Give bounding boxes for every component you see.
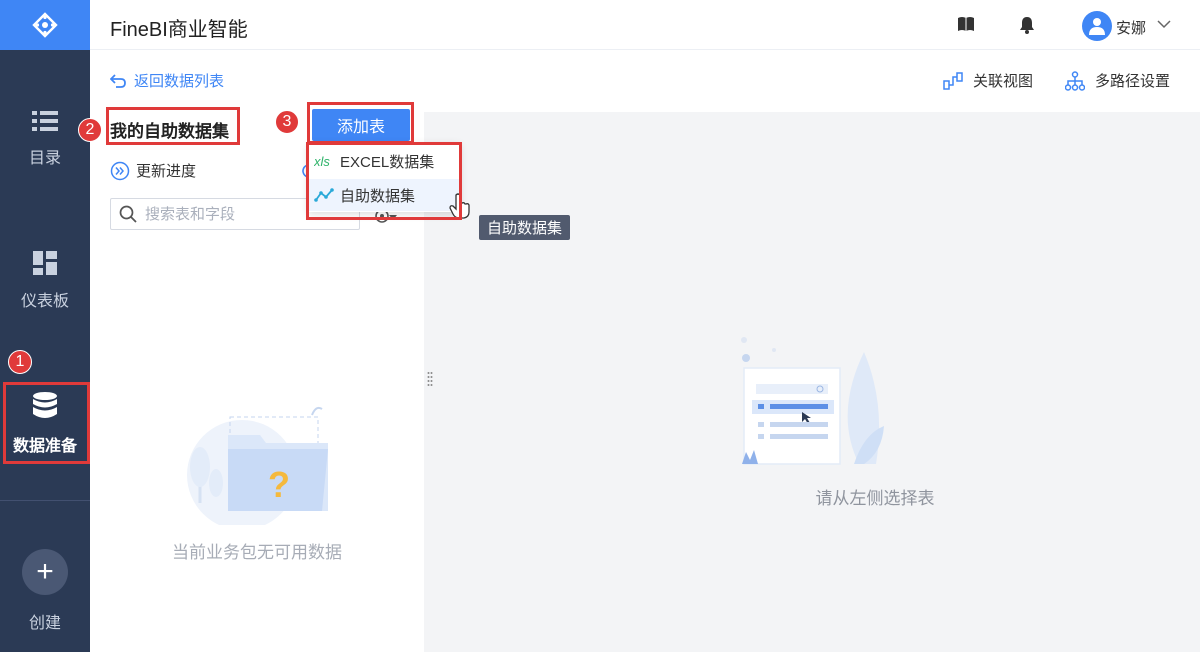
svg-text:?: ?: [268, 464, 290, 505]
right-toolbar: 关联视图 多路径设置: [424, 50, 1200, 112]
add-table-menu: xls EXCEL数据集 自助数据集: [308, 143, 460, 212]
relation-view-button[interactable]: 关联视图: [943, 70, 1033, 91]
top-header: FineBI商业智能 安娜: [90, 0, 1200, 50]
hierarchy-icon: [1065, 70, 1085, 91]
main-content-area: 请从左侧选择表: [424, 112, 1200, 652]
nav-item-label: 创建: [28, 615, 61, 632]
annotation-badge-1: 1: [8, 350, 32, 374]
book-icon[interactable]: [957, 16, 975, 32]
menu-item-label: 自助数据集: [340, 187, 416, 205]
back-to-list-link[interactable]: 返回数据列表: [110, 70, 224, 91]
annotation-badge-2: 2: [78, 118, 102, 142]
select-table-illustration: [741, 337, 884, 465]
multipath-settings-button[interactable]: 多路径设置: [1065, 70, 1170, 91]
panel-splitter-handle[interactable]: [427, 371, 433, 387]
user-avatar-icon[interactable]: [1082, 11, 1112, 41]
left-nav: 目录 仪表板 数据准备 + 创建: [0, 0, 90, 652]
chevron-down-icon[interactable]: [1156, 16, 1172, 32]
relation-view-label: 关联视图: [973, 73, 1034, 90]
nav-item-data-prep[interactable]: 数据准备: [0, 392, 90, 456]
svg-text:xls: xls: [314, 154, 330, 169]
hand-cursor-icon: [449, 193, 470, 219]
fast-forward-circle-icon: [110, 161, 130, 180]
logo[interactable]: [0, 0, 90, 50]
nav-item-label: 目录: [28, 150, 61, 167]
update-progress-button[interactable]: 更新进度: [110, 160, 196, 181]
plus-icon: +: [22, 549, 68, 595]
menu-item-label: EXCEL数据集: [340, 153, 435, 171]
dashboard-icon: [33, 251, 57, 275]
menu-item-excel-dataset[interactable]: xls EXCEL数据集: [308, 145, 460, 177]
update-progress-label: 更新进度: [136, 163, 197, 180]
nav-item-catalog[interactable]: 目录: [0, 110, 90, 168]
list-icon: [32, 111, 58, 131]
menu-item-self-service-dataset[interactable]: 自助数据集: [308, 179, 460, 211]
app-title: FineBI商业智能: [110, 19, 248, 41]
annotation-badge-3: 3: [275, 110, 299, 134]
back-label: 返回数据列表: [134, 73, 225, 90]
line-chart-icon: [314, 188, 334, 202]
nav-divider: [0, 500, 90, 501]
multipath-settings-label: 多路径设置: [1095, 73, 1171, 90]
user-name[interactable]: 安娜: [1116, 17, 1146, 38]
dataset-title: 我的自助数据集: [110, 122, 229, 141]
add-table-button[interactable]: 添加表: [312, 109, 410, 141]
database-icon: [33, 392, 57, 418]
nav-item-dashboard[interactable]: 仪表板: [0, 251, 90, 311]
empty-folder-illustration: ?: [187, 406, 328, 525]
xls-icon: xls: [314, 154, 330, 169]
search-icon: [119, 205, 137, 223]
relation-view-icon: [943, 71, 963, 90]
logo-icon: [32, 12, 58, 38]
tooltip: 自助数据集: [479, 215, 571, 240]
nav-item-label: 仪表板: [20, 293, 69, 310]
nav-item-label: 数据准备: [12, 438, 77, 455]
bell-icon[interactable]: [1019, 16, 1035, 34]
back-arrow-icon: [110, 73, 126, 88]
empty-state-text: 请从左侧选择表: [815, 489, 935, 508]
nav-item-create[interactable]: + 创建: [0, 549, 90, 633]
empty-state-text: 当前业务包无可用数据: [172, 543, 342, 562]
